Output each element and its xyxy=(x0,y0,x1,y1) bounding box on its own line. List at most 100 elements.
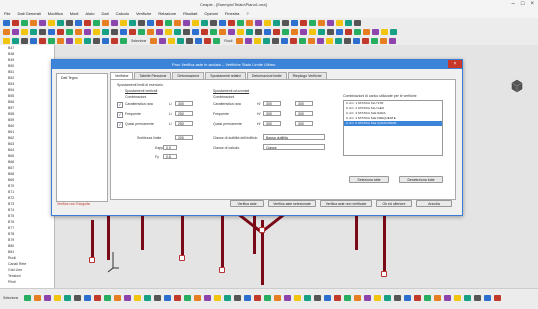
tool-icon[interactable] xyxy=(336,28,343,35)
select-all-button[interactable]: Seleziona tutte xyxy=(349,176,389,183)
tool-icon[interactable] xyxy=(364,295,371,301)
tool-icon[interactable] xyxy=(183,19,190,26)
menu-item-verifiche[interactable]: Verifiche xyxy=(136,10,151,18)
tool-icon[interactable] xyxy=(255,28,262,35)
tool-icon[interactable] xyxy=(309,19,316,26)
tool-icon[interactable] xyxy=(150,37,158,44)
tool-icon[interactable] xyxy=(464,295,471,301)
maximize-button[interactable]: □ xyxy=(521,1,525,7)
tool-icon[interactable] xyxy=(345,19,352,26)
tool-icon[interactable] xyxy=(48,19,55,26)
tool-icon[interactable] xyxy=(138,28,145,35)
tool-icon[interactable] xyxy=(94,295,101,301)
tool-icon[interactable] xyxy=(318,28,325,35)
tool-icon[interactable] xyxy=(192,28,199,35)
tool-icon[interactable] xyxy=(75,37,82,44)
view-cube-icon[interactable] xyxy=(509,78,525,94)
tool-icon[interactable] xyxy=(264,19,271,26)
horizontal-limit-input-2[interactable]: 300 xyxy=(295,111,313,116)
tab-tabelle-flessione[interactable]: Tabelle Flessione xyxy=(134,72,172,79)
tool-icon[interactable] xyxy=(12,19,19,26)
tool-icon[interactable] xyxy=(494,295,501,301)
tool-icon[interactable] xyxy=(177,37,185,44)
tool-icon[interactable] xyxy=(3,28,10,35)
tool-icon[interactable] xyxy=(273,28,280,35)
verify-beams-button[interactable]: Verifica aste xyxy=(230,200,264,207)
tool-icon[interactable] xyxy=(244,295,251,301)
tool-icon[interactable] xyxy=(24,295,31,301)
tool-icon[interactable] xyxy=(21,28,28,35)
checkbox-quasi-permanente[interactable]: ✓ xyxy=(117,122,123,128)
tool-icon[interactable] xyxy=(308,37,316,44)
tool-icon[interactable] xyxy=(48,37,55,44)
tool-icon[interactable] xyxy=(12,37,19,44)
tool-icon[interactable] xyxy=(74,295,81,301)
tool-icon[interactable] xyxy=(424,295,431,301)
tool-icon[interactable] xyxy=(183,28,190,35)
tool-icon[interactable] xyxy=(219,28,226,35)
checkbox-rara[interactable]: ✓ xyxy=(117,102,123,108)
tool-icon[interactable] xyxy=(204,295,211,301)
tool-icon[interactable] xyxy=(120,19,127,26)
tool-icon[interactable] xyxy=(234,295,241,301)
tool-icon[interactable] xyxy=(124,295,131,301)
tool-icon[interactable] xyxy=(213,37,221,44)
tool-icon[interactable] xyxy=(237,19,244,26)
tool-icon[interactable] xyxy=(102,28,109,35)
tool-icon[interactable] xyxy=(309,28,316,35)
horizontal-limit-input-2[interactable]: 300 xyxy=(295,121,313,126)
tool-icon[interactable] xyxy=(294,295,301,301)
tool-icon[interactable] xyxy=(304,295,311,301)
tool-icon[interactable] xyxy=(444,295,451,301)
tool-icon[interactable] xyxy=(84,37,91,44)
menu-item-calcolo[interactable]: Calcolo xyxy=(116,10,129,18)
tab-deformazione[interactable]: Deformazione xyxy=(172,72,205,79)
tool-icon[interactable] xyxy=(114,295,121,301)
tool-icon[interactable] xyxy=(186,37,194,44)
tool-icon[interactable] xyxy=(236,37,244,44)
tool-icon[interactable] xyxy=(380,37,388,44)
menu-item-file[interactable]: File xyxy=(4,10,10,18)
tool-icon[interactable] xyxy=(75,19,82,26)
tool-icon[interactable] xyxy=(64,295,71,301)
tool-icon[interactable] xyxy=(159,37,167,44)
minimize-button[interactable]: – xyxy=(512,1,515,7)
tool-icon[interactable] xyxy=(111,19,118,26)
tool-icon[interactable] xyxy=(84,19,91,26)
tool-icon[interactable] xyxy=(57,37,64,44)
tool-icon[interactable] xyxy=(300,28,307,35)
tool-icon[interactable] xyxy=(204,37,212,44)
tool-icon[interactable] xyxy=(281,37,289,44)
tool-icon[interactable] xyxy=(12,28,19,35)
tool-icon[interactable] xyxy=(147,19,154,26)
tool-icon[interactable] xyxy=(75,28,82,35)
menu-item-opzioni[interactable]: Opzioni xyxy=(204,10,218,18)
tool-icon[interactable] xyxy=(66,37,73,44)
tool-icon[interactable] xyxy=(335,37,343,44)
tool-icon[interactable] xyxy=(66,28,73,35)
tool-icon[interactable] xyxy=(299,37,307,44)
fy-input[interactable]: 0.8 xyxy=(163,154,177,159)
tool-icon[interactable] xyxy=(264,295,271,301)
menu-item-modi[interactable]: Modi xyxy=(70,10,79,18)
tool-icon[interactable] xyxy=(282,19,289,26)
tool-icon[interactable] xyxy=(21,37,28,44)
tool-icon[interactable] xyxy=(264,28,271,35)
tool-icon[interactable] xyxy=(254,37,262,44)
tool-icon[interactable] xyxy=(165,28,172,35)
tool-icon[interactable] xyxy=(291,19,298,26)
tool-icon[interactable] xyxy=(210,19,217,26)
tool-icon[interactable] xyxy=(174,28,181,35)
tool-icon[interactable] xyxy=(454,295,461,301)
tool-icon[interactable] xyxy=(34,295,41,301)
tool-icon[interactable] xyxy=(324,295,331,301)
left-list-item[interactable]: Dati Tegno xyxy=(57,74,107,82)
tool-icon[interactable] xyxy=(111,37,118,44)
tool-icon[interactable] xyxy=(273,19,280,26)
tool-icon[interactable] xyxy=(48,28,55,35)
tool-icon[interactable] xyxy=(3,19,10,26)
tool-icon[interactable] xyxy=(57,19,64,26)
tool-icon[interactable] xyxy=(274,295,281,301)
tool-icon[interactable] xyxy=(30,28,37,35)
ductility-class-select[interactable]: Bassa duttilità xyxy=(263,134,325,140)
